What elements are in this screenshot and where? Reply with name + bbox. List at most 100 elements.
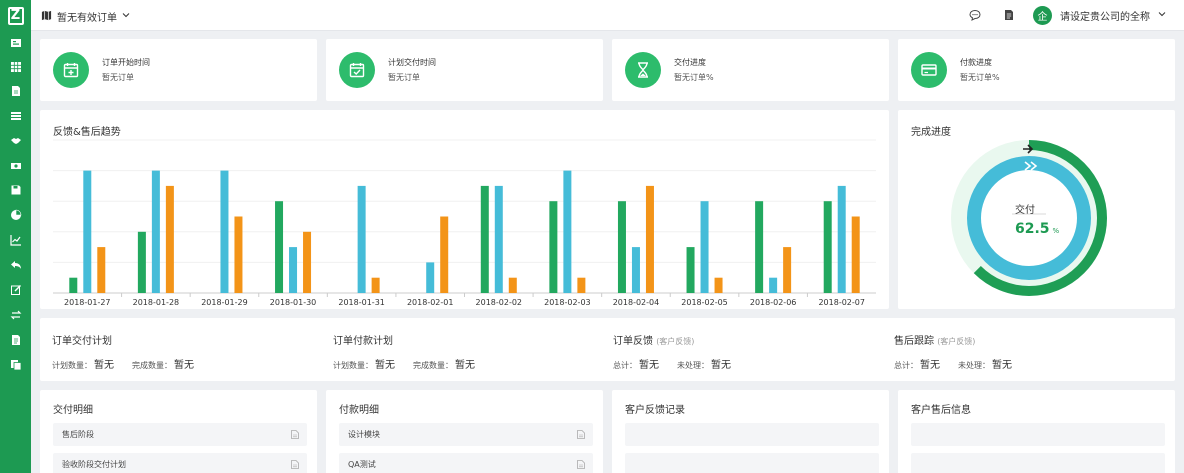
- bar: [508, 277, 517, 293]
- list-item[interactable]: QA测试: [339, 453, 593, 473]
- stat-title: 订单开始时间: [102, 58, 150, 67]
- trend-chart-panel: 反馈&售后趋势 2018-01-27 2018-01-28 2018-01-29 20…: [40, 110, 889, 309]
- delivery-detail-panel: 交付明细 售后阶段 验收阶段交付计划: [40, 390, 317, 473]
- avatar[interactable]: 企: [1033, 5, 1052, 25]
- bar: [631, 247, 640, 293]
- map-icon: [41, 10, 52, 24]
- bar: [851, 216, 860, 293]
- summary-feedback: 订单反馈 (客户反馈) 总计： 暂无 未处理： 暂无: [613, 336, 731, 371]
- x-tick-label: 2018-02-01: [407, 298, 454, 307]
- project-selector[interactable]: 暂无有效订单: [41, 9, 130, 24]
- stat-title: 付款进度: [960, 58, 992, 67]
- bar: [783, 247, 792, 293]
- bar: [275, 201, 284, 293]
- list-item[interactable]: [911, 423, 1165, 446]
- exchange-icon[interactable]: [0, 306, 31, 324]
- bar: [563, 170, 572, 293]
- x-tick-label: 2018-01-30: [270, 298, 317, 307]
- pie-chart-icon[interactable]: [0, 206, 31, 224]
- stat-value: 暂无订单%: [674, 73, 714, 82]
- money-icon[interactable]: [0, 157, 31, 175]
- progress-value: 62.5 %: [1015, 221, 1060, 237]
- bar: [823, 201, 832, 293]
- top-header: 暂无有效订单 企 请设定贵公司的全称: [31, 0, 1184, 31]
- bar: [769, 277, 778, 293]
- reply-icon[interactable]: [0, 256, 31, 274]
- bar: [151, 170, 160, 293]
- bar: [686, 247, 695, 293]
- bar: [440, 216, 449, 293]
- bar: [220, 170, 229, 293]
- layout-icon[interactable]: [0, 34, 31, 52]
- stat-card-delivery-progress: 交付进度 暂无订单%: [612, 39, 889, 101]
- stat-value: 暂无订单: [102, 73, 134, 82]
- x-tick-label: 2018-01-27: [64, 298, 111, 307]
- list-item[interactable]: [911, 453, 1165, 473]
- list-item[interactable]: [625, 453, 879, 473]
- stat-value: 暂无订单%: [960, 73, 1000, 82]
- x-tick-label: 2018-02-03: [544, 298, 591, 307]
- edit-icon[interactable]: [0, 281, 31, 299]
- list-item[interactable]: 设计模块: [339, 423, 593, 446]
- stat-card-payment-progress: 付款进度 暂无订单%: [898, 39, 1175, 101]
- bar: [137, 231, 146, 293]
- doc-icon: [291, 430, 299, 441]
- bar: [234, 216, 243, 293]
- bar: [69, 277, 78, 293]
- line-chart-icon[interactable]: [0, 231, 31, 249]
- bar: [577, 277, 586, 293]
- stat-value: 暂无订单: [388, 73, 420, 82]
- bar: [83, 170, 92, 293]
- hourglass-icon: [625, 52, 661, 88]
- bar: [357, 185, 366, 293]
- calendar-check-icon: [339, 52, 375, 88]
- document-icon[interactable]: [0, 331, 31, 349]
- save-icon[interactable]: [0, 181, 31, 199]
- list-item[interactable]: 验收阶段交付计划: [53, 453, 307, 473]
- doc-icon: [577, 430, 585, 441]
- bar: [97, 247, 106, 293]
- doc-icon: [577, 460, 585, 471]
- list-item[interactable]: 售后阶段: [53, 423, 307, 446]
- bar: [494, 185, 503, 293]
- grid-icon[interactable]: [0, 58, 31, 76]
- message-icon[interactable]: [965, 5, 985, 25]
- bar: [755, 201, 764, 293]
- bar: [303, 231, 312, 293]
- bar: [837, 185, 846, 293]
- stat-card-start-time: 订单开始时间 暂无订单: [40, 39, 317, 101]
- x-tick-label: 2018-01-31: [338, 298, 385, 307]
- bar: [714, 277, 723, 293]
- project-name: 暂无有效订单: [57, 13, 117, 24]
- x-tick-label: 2018-01-28: [133, 298, 180, 307]
- handshake-icon[interactable]: [0, 132, 31, 150]
- chevron-down-icon[interactable]: [1158, 10, 1166, 21]
- bar: [480, 185, 489, 293]
- credit-card-icon: [911, 52, 947, 88]
- feedback-record-panel: 客户反馈记录: [612, 390, 889, 473]
- bar: [371, 277, 380, 293]
- copy-icon[interactable]: [0, 356, 31, 374]
- company-name[interactable]: 请设定贵公司的全称: [1060, 8, 1150, 23]
- progress-label: 交付: [1015, 205, 1035, 216]
- bar: [165, 185, 174, 293]
- progress-donut: [951, 140, 1107, 296]
- bar: [617, 201, 626, 293]
- bar: [426, 262, 435, 293]
- x-tick-label: 2018-02-05: [681, 298, 728, 307]
- file-icon[interactable]: [0, 82, 31, 100]
- after-sales-info-panel: 客户售后信息: [898, 390, 1175, 473]
- x-tick-label: 2018-02-06: [750, 298, 797, 307]
- app-logo[interactable]: Z: [0, 0, 31, 31]
- stat-card-delivery-time: 计划交付时间 暂无订单: [326, 39, 603, 101]
- summary-payment-plan: 订单付款计划 计划数量： 暂无 完成数量： 暂无: [333, 336, 475, 371]
- summary-delivery-plan: 订单交付计划 计划数量： 暂无 完成数量： 暂无: [52, 336, 194, 371]
- list-icon[interactable]: [0, 107, 31, 125]
- trend-chart: 2018-01-27 2018-01-28 2018-01-29 2018-01-30…: [53, 139, 876, 307]
- notes-icon[interactable]: [999, 5, 1019, 25]
- calendar-plus-icon: [53, 52, 89, 88]
- list-item[interactable]: [625, 423, 879, 446]
- summary-after-sales: 售后跟踪 (客户反馈) 总计： 暂无 未处理： 暂无: [894, 336, 1012, 371]
- x-tick-label: 2018-02-04: [613, 298, 660, 307]
- x-tick-label: 2018-02-07: [818, 298, 865, 307]
